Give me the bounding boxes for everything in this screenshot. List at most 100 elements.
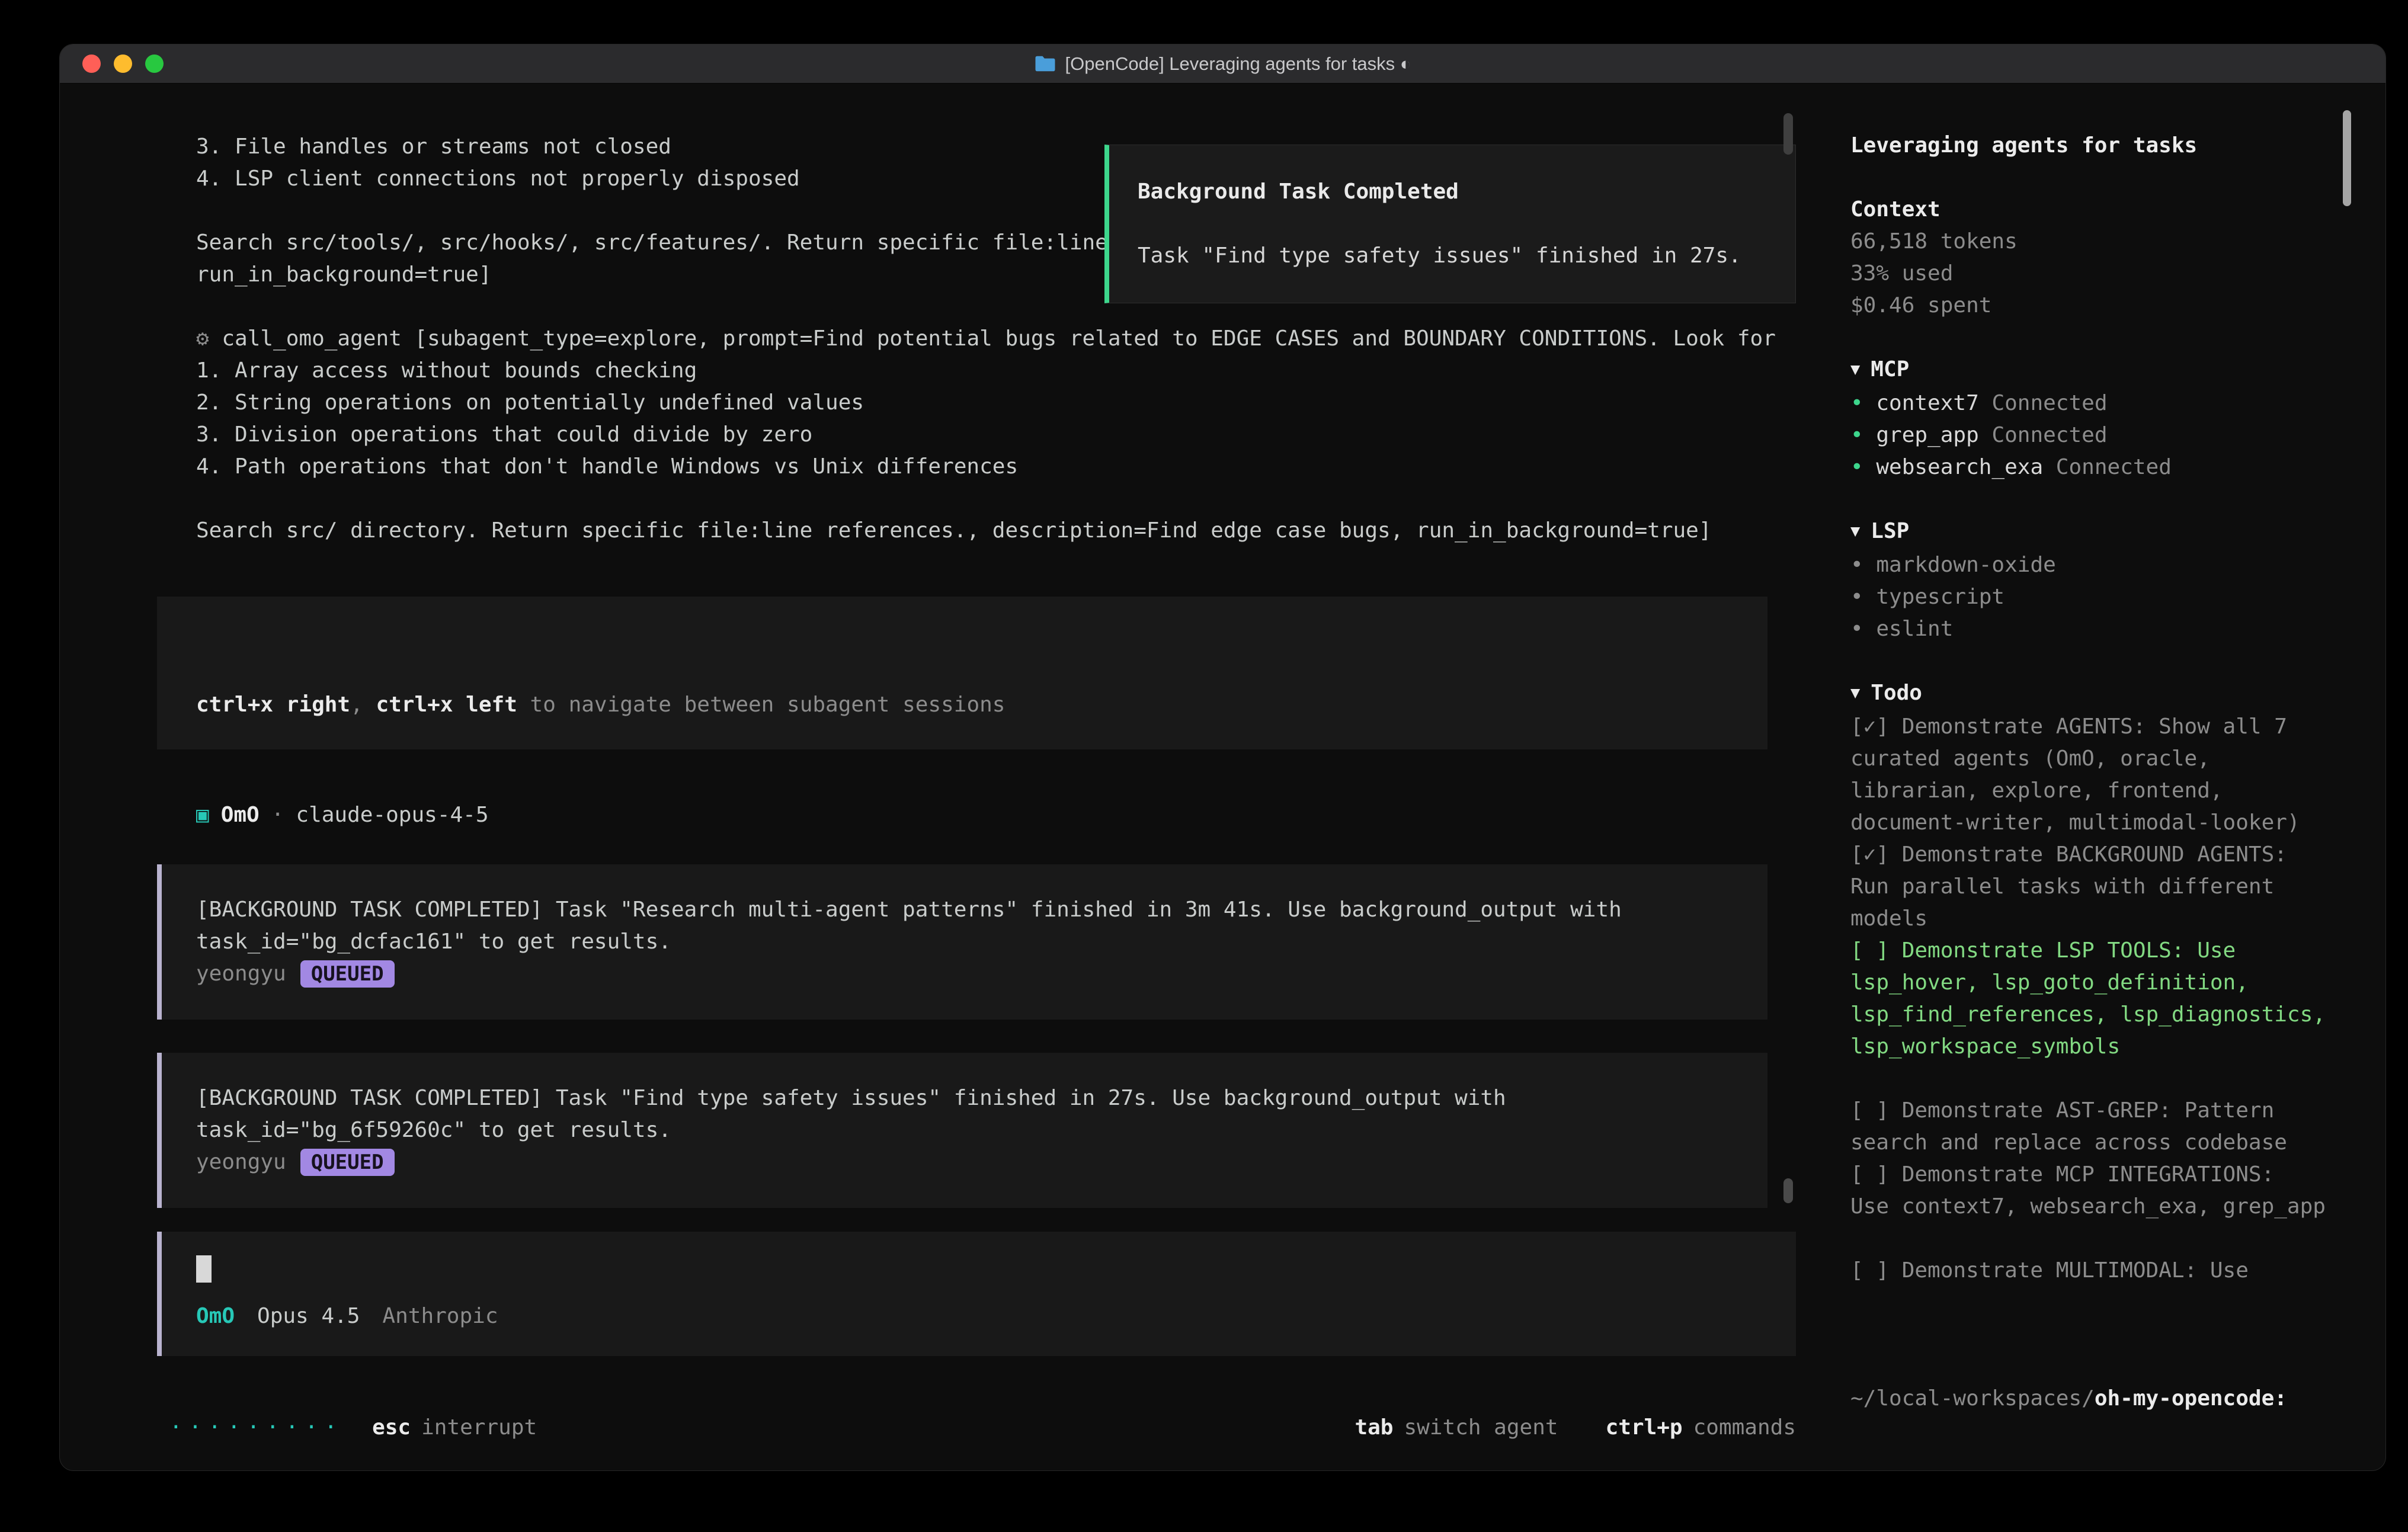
mcp-item: • context7 Connected [1850,387,2350,419]
agent-name: OmO [221,799,260,831]
lsp-item: • eslint [1850,613,2350,645]
lsp-item: • typescript [1850,581,2350,613]
message-text-line: [BACKGROUND TASK COMPLETED] Task "Find t… [196,1082,1744,1114]
agent-header: ▣ OmO · claude-opus-4-5 [196,799,1827,831]
session-title: Leveraging agents for tasks [1850,130,2350,162]
statusbar-right: tab switch agent ctrl+p commands [1354,1412,1796,1444]
subagent-nav-hint: ctrl+x right, ctrl+x left to navigate be… [196,689,1744,721]
collapse-arrow-icon: ▼ [1850,354,1860,386]
todo-heading[interactable]: ▼Todo [1850,677,2350,711]
context-heading: Context [1850,194,2350,226]
bullet-icon: • [1850,553,1863,577]
todo-item: [ ] Demonstrate AST-GREP: Pattern search… [1850,1095,2350,1159]
todo-item: [✓] Demonstrate BACKGROUND AGENTS: Run p… [1850,839,2350,935]
mcp-name: grep_app [1863,423,1979,447]
lsp-name: eslint [1863,617,1954,641]
message-text-line: [BACKGROUND TASK COMPLETED] Task "Resear… [196,894,1744,926]
window-title-group: [OpenCode] Leveraging agents for tasks ◐ [1035,53,1411,75]
todo-item: [ ] Demonstrate MULTIMODAL: Use [1850,1255,2350,1287]
esc-key-hint: esc [372,1412,411,1444]
log-line: 1. Array access without bounds checking [196,355,1827,387]
input-agent-name: OmO [196,1300,235,1332]
todo-item: [ ] Demonstrate MCP INTEGRATIONS: Use co… [1850,1159,2350,1223]
minimize-button[interactable] [114,55,132,73]
prompt-input-line[interactable] [196,1253,1772,1285]
separator-dot: · [271,799,284,831]
mcp-status: Connected [1979,391,2108,415]
workspace-dir: ~/local-workspaces/ [1850,1386,2095,1411]
message-text-line: task_id="bg_6f59260c" to get results. [196,1114,1744,1146]
titlebar[interactable]: [OpenCode] Leveraging agents for tasks ◐ [60,44,2385,84]
zoom-button[interactable] [145,55,164,73]
scrollbar-thumb-bottom[interactable] [1783,1178,1793,1203]
bullet-icon: • [1850,455,1863,479]
message-author: yeongyu [196,958,286,990]
commands-key-label: commands [1693,1412,1796,1444]
model-indicator: OmO Opus 4.5 Anthropic [196,1300,1772,1332]
message-meta: yeongyu QUEUED [196,1146,1744,1178]
message-list: [BACKGROUND TASK COMPLETED] Task "Resear… [60,864,1827,1208]
collapse-arrow-icon: ▼ [1850,677,1860,709]
bullet-icon: • [1850,391,1863,415]
prompt-input[interactable]: OmO Opus 4.5 Anthropic [157,1232,1796,1356]
message-block: [BACKGROUND TASK COMPLETED] Task "Find t… [157,1053,1767,1208]
bullet-icon: • [1850,585,1863,609]
message-author: yeongyu [196,1146,286,1178]
context-spent: $0.46 spent [1850,290,2350,322]
log-line: 3. Division operations that could divide… [196,419,1827,451]
window-title: [OpenCode] Leveraging agents for tasks ◐ [1065,53,1411,75]
mcp-item: • websearch_exa Connected [1850,451,2350,483]
tab-key-hint: tab [1354,1412,1393,1444]
folder-icon [1035,55,1056,72]
log-line: Search src/ directory. Return specific f… [196,515,1827,547]
traffic-lights [82,55,164,73]
scrollbar-thumb-top[interactable] [1783,113,1793,155]
collapse-arrow-icon: ▼ [1850,515,1860,547]
mcp-status: Connected [2043,455,2172,479]
conversation-pane: 3. File handles or streams not closed4. … [60,84,1827,1471]
text-cursor [196,1255,212,1283]
todo-item: [ ] Demonstrate LSP TOOLS: Use lsp_hover… [1850,935,2350,1063]
terminal-window: [OpenCode] Leveraging agents for tasks ◐… [59,44,2386,1471]
lsp-name: typescript [1863,585,2004,609]
oracle-task-panel: ◉ Oracle Task "Deep architecture review"… [157,597,1767,749]
context-tokens: 66,518 tokens [1850,226,2350,258]
esc-key-label: interrupt [421,1412,537,1444]
log-line: 2. String operations on potentially unde… [196,387,1827,419]
mcp-name: websearch_exa [1863,455,2043,479]
lsp-name: markdown-oxide [1863,553,2056,577]
lsp-item: • markdown-oxide [1850,549,2350,581]
log-line: ⚙ call_omo_agent [subagent_type=explore,… [196,323,1827,355]
toast-body: Task "Find type safety issues" finished … [1138,240,1767,272]
main-scrollbar[interactable] [1783,84,1793,1471]
lsp-section: ▼LSP • markdown-oxide• typescript• eslin… [1850,515,2350,645]
message-text-line: task_id="bg_dcfac161" to get results. [196,926,1744,958]
workspace-path: ~/local-workspaces/oh-my-opencode: maste… [1850,1319,2350,1471]
mcp-heading[interactable]: ▼MCP [1850,354,2350,387]
message-meta: yeongyuQUEUED [196,958,1744,990]
log-line [196,483,1827,515]
close-button[interactable] [82,55,101,73]
workspace-repo: oh-my-opencode: [2095,1386,2287,1411]
message-block: [BACKGROUND TASK COMPLETED] Task "Resear… [157,864,1767,1020]
bullet-icon: • [1850,617,1863,641]
todo-section: ▼Todo [✓] Demonstrate AGENTS: Show all 7… [1850,677,2350,1287]
statusbar: ········· esc interrupt tab switch agent… [169,1412,1796,1444]
app-content: 3. File handles or streams not closed4. … [60,84,2385,1471]
mcp-item: • grep_app Connected [1850,419,2350,451]
context-used: 33% used [1850,258,2350,290]
agent-model: claude-opus-4-5 [296,799,488,831]
sidebar-scrollbar-thumb[interactable] [2343,110,2351,206]
mcp-section: ▼MCP • context7 Connected• grep_app Conn… [1850,354,2350,483]
input-model-name: Opus 4.5 [257,1300,360,1332]
lsp-heading[interactable]: ▼LSP [1850,515,2350,549]
mcp-status: Connected [1979,423,2108,447]
tab-key-label: switch agent [1404,1412,1558,1444]
context-section: Context 66,518 tokens 33% used $0.46 spe… [1850,194,2350,322]
bullet-icon: • [1850,423,1863,447]
status-badge: QUEUED [300,1149,395,1176]
log-line: 4. Path operations that don't handle Win… [196,451,1827,483]
mcp-name: context7 [1863,391,1979,415]
agent-icon: ▣ [196,799,209,831]
sidebar: Leveraging agents for tasks Context 66,5… [1827,84,2385,1471]
